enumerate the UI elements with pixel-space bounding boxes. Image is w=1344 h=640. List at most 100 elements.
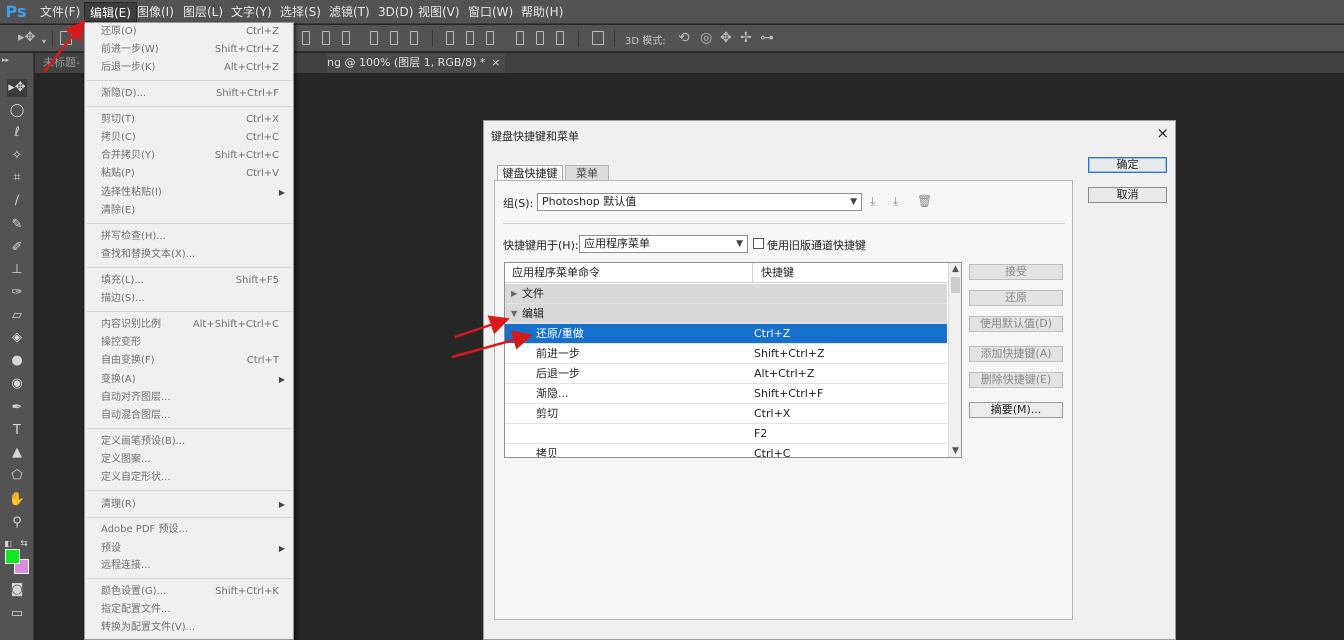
clone-stamp-tool-icon[interactable]: ⊥ xyxy=(7,261,27,279)
table-cell-shortcut[interactable]: Ctrl+Z xyxy=(754,324,790,344)
align-right-icon[interactable] xyxy=(410,31,418,45)
menu-view[interactable]: 视图(V) xyxy=(413,2,465,22)
table-row-group-file[interactable]: ▶ 文件 xyxy=(505,284,947,304)
lasso-tool-icon[interactable]: ℓ xyxy=(7,124,27,142)
menu-image[interactable]: 图像(I) xyxy=(132,2,179,22)
document-tab-active[interactable]: ng @ 100% (图层 1, RGB/8) * × xyxy=(327,53,506,73)
edit-menu-item[interactable]: 拷贝(C) Ctrl+C xyxy=(85,129,293,147)
edit-menu-item[interactable]: 定义自定形状... xyxy=(85,469,293,487)
auto-select-checkbox-icon[interactable] xyxy=(60,31,72,45)
menu-3d[interactable]: 3D(D) xyxy=(373,2,418,22)
scroll-up-icon[interactable]: ▲ xyxy=(952,264,959,274)
edit-menu-item[interactable]: 填充(L)... Shift+F5 xyxy=(85,272,293,290)
eyedropper-tool-icon[interactable]: ∕ xyxy=(7,192,27,210)
healing-brush-tool-icon[interactable]: ✎ xyxy=(7,216,27,234)
edit-menu-item[interactable]: 自动混合图层... xyxy=(85,407,293,425)
marquee-tool-icon[interactable]: ◯ xyxy=(7,102,27,120)
brush-tool-icon[interactable]: ✐ xyxy=(7,239,27,257)
edit-menu-item[interactable]: 渐隐(D)... Shift+Ctrl+F xyxy=(85,85,293,103)
menu-edit[interactable]: 编辑(E) xyxy=(84,2,137,22)
edit-menu-item[interactable]: 自由变换(F) Ctrl+T xyxy=(85,352,293,370)
distribute-right-icon[interactable] xyxy=(556,31,564,45)
close-icon[interactable]: × xyxy=(1156,124,1169,142)
blur-tool-icon[interactable]: ● xyxy=(7,352,27,370)
dodge-tool-icon[interactable]: ◉ xyxy=(7,375,27,393)
edit-menu-item[interactable]: 自动对齐图层... xyxy=(85,389,293,407)
table-row[interactable]: 拷贝 Ctrl+C xyxy=(505,444,947,457)
history-brush-tool-icon[interactable]: ✑ xyxy=(7,284,27,302)
menu-file[interactable]: 文件(F) xyxy=(35,2,85,22)
table-row[interactable]: 剪切 Ctrl+X xyxy=(505,404,947,424)
group-select[interactable]: Photoshop 默认值 ▼ xyxy=(537,193,862,211)
edit-menu-item[interactable]: 选择性粘贴(I) ▶ xyxy=(85,184,293,202)
edit-menu-item[interactable]: 变换(A) ▶ xyxy=(85,371,293,389)
column-header-command[interactable]: 应用程序菜单命令 xyxy=(505,263,753,283)
edit-menu-item[interactable]: 清理(R) ▶ xyxy=(85,496,293,514)
cancel-button[interactable]: 取消 xyxy=(1088,187,1167,203)
edit-menu-item[interactable]: 后退一步(K) Alt+Ctrl+Z xyxy=(85,59,293,77)
align-left-icon[interactable] xyxy=(370,31,378,45)
table-cell-shortcut[interactable]: Ctrl+X xyxy=(754,404,790,424)
edit-menu-item[interactable]: 清除(E) xyxy=(85,202,293,220)
edit-menu-item[interactable]: 合并拷贝(Y) Shift+Ctrl+C xyxy=(85,147,293,165)
edit-menu-item[interactable]: 远程连接... xyxy=(85,557,293,575)
distribute-bottom-icon[interactable] xyxy=(486,31,494,45)
shortcuts-for-select[interactable]: 应用程序菜单 ▼ xyxy=(579,235,748,253)
crop-tool-icon[interactable]: ⌗ xyxy=(7,169,27,187)
tool-preset-dropdown-icon[interactable]: ▾ xyxy=(42,34,46,50)
table-cell-shortcut[interactable]: F2 xyxy=(754,424,767,444)
type-tool-icon[interactable]: T xyxy=(7,422,27,440)
edit-menu-item[interactable]: 前进一步(W) Shift+Ctrl+Z xyxy=(85,41,293,59)
hand-tool-icon[interactable]: ✋ xyxy=(7,491,27,509)
ok-button[interactable]: 确定 xyxy=(1088,157,1167,173)
edit-menu-item[interactable]: 剪切(T) Ctrl+X xyxy=(85,111,293,129)
save-set-icon[interactable]: ⤓ xyxy=(870,194,875,209)
distribute-top-icon[interactable] xyxy=(446,31,454,45)
table-row-selected[interactable]: 还原/重做 Ctrl+Z xyxy=(505,324,947,344)
align-hcenter-icon[interactable] xyxy=(390,31,398,45)
screen-mode-icon[interactable]: ▭ xyxy=(7,605,27,623)
summarize-button[interactable]: 摘要(M)... xyxy=(969,402,1063,418)
table-row-group-edit[interactable]: ▼ 编辑 xyxy=(505,304,947,324)
edit-menu-item[interactable]: 颜色设置(G)... Shift+Ctrl+K xyxy=(85,583,293,601)
distribute-hcenter-icon[interactable] xyxy=(536,31,544,45)
column-header-shortcut[interactable]: 快捷键 xyxy=(753,263,947,283)
menu-window[interactable]: 窗口(W) xyxy=(463,2,518,22)
path-selection-tool-icon[interactable]: ▲ xyxy=(7,444,27,462)
delete-shortcut-button[interactable]: 删除快捷键(E) xyxy=(969,372,1063,388)
edit-menu-item[interactable]: 粘贴(P) Ctrl+V xyxy=(85,165,293,183)
pen-tool-icon[interactable]: ✒ xyxy=(7,399,27,417)
use-default-button[interactable]: 使用默认值(D) xyxy=(969,316,1063,332)
edit-menu-item[interactable]: 拼写检查(H)... xyxy=(85,228,293,246)
delete-set-icon[interactable]: 🗑 xyxy=(917,194,932,208)
edit-menu-item[interactable]: 内容识别比例 Alt+Shift+Ctrl+C xyxy=(85,316,293,334)
scroll-down-icon[interactable]: ▼ xyxy=(952,446,959,456)
magic-wand-tool-icon[interactable]: ✧ xyxy=(7,147,27,165)
tab-menus[interactable]: 菜单 xyxy=(565,165,609,181)
distribute-vcenter-icon[interactable] xyxy=(466,31,474,45)
scrollbar-thumb[interactable] xyxy=(951,277,960,293)
table-cell-shortcut[interactable]: Shift+Ctrl+F xyxy=(754,384,823,404)
menu-type[interactable]: 文字(Y) xyxy=(226,2,277,22)
paint-bucket-tool-icon[interactable]: ◈ xyxy=(7,329,27,347)
edit-menu-item[interactable]: 转换为配置文件(V)... xyxy=(85,619,293,637)
3d-slide-icon[interactable]: ✢ xyxy=(740,30,752,46)
table-cell-shortcut[interactable]: Alt+Ctrl+Z xyxy=(754,364,814,384)
table-row[interactable]: F2 xyxy=(505,424,947,444)
menu-filter[interactable]: 滤镜(T) xyxy=(324,2,375,22)
collapse-panel-icon[interactable]: ▸▸ xyxy=(2,56,22,64)
table-row[interactable]: 渐隐... Shift+Ctrl+F xyxy=(505,384,947,404)
undo-button[interactable]: 还原 xyxy=(969,290,1063,306)
table-row[interactable]: 前进一步 Shift+Ctrl+Z xyxy=(505,344,947,364)
table-scrollbar[interactable]: ▲ ▼ xyxy=(948,263,961,457)
edit-menu-item[interactable]: 操控变形 xyxy=(85,334,293,352)
quick-mask-icon[interactable]: ◙ xyxy=(7,581,27,599)
move-tool-icon[interactable]: ▸✥ xyxy=(7,79,27,97)
edit-menu-item[interactable]: Adobe PDF 预设... xyxy=(85,521,293,539)
close-tab-icon[interactable]: × xyxy=(491,53,500,73)
legacy-channel-shortcuts-label[interactable]: 使用旧版通道快捷键 xyxy=(767,237,866,253)
auto-align-layers-icon[interactable] xyxy=(592,31,604,45)
menu-select[interactable]: 选择(S) xyxy=(275,2,326,22)
foreground-color-swatch[interactable] xyxy=(5,549,20,564)
3d-pan-icon[interactable]: ✥ xyxy=(720,30,732,46)
